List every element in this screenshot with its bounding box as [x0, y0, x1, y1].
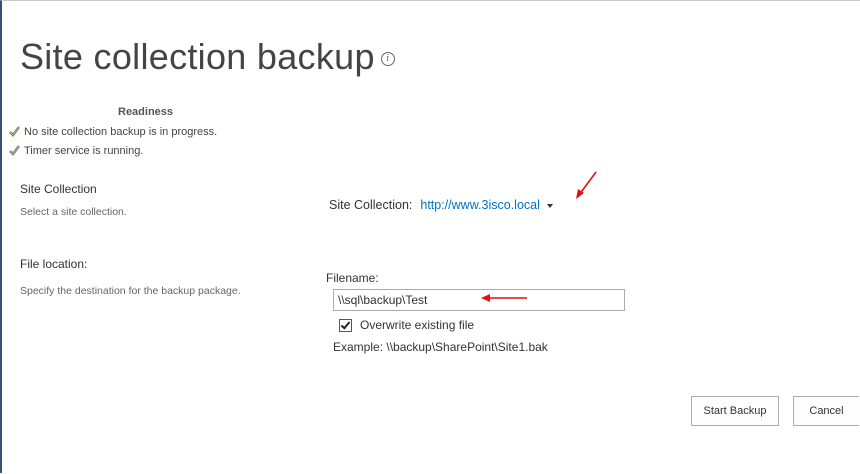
overwrite-checkbox-row[interactable]: Overwrite existing file — [339, 318, 474, 332]
readiness-item-text: No site collection backup is in progress… — [24, 125, 218, 138]
readiness-item: Timer service is running. — [8, 144, 143, 157]
cancel-button[interactable]: Cancel — [793, 396, 859, 426]
check-icon — [9, 145, 20, 156]
overwrite-label: Overwrite existing file — [360, 318, 475, 332]
site-collection-link[interactable]: http://www.3isco.local — [420, 198, 540, 212]
site-collection-section-label: Site Collection — [20, 182, 97, 196]
annotation-arrow-icon — [481, 294, 527, 302]
filename-label: Filename: — [326, 271, 379, 285]
page-title: Site collection backup i — [20, 36, 395, 78]
site-collection-field-label: Site Collection: — [329, 198, 413, 212]
info-icon[interactable]: i — [380, 52, 395, 67]
start-backup-button[interactable]: Start Backup — [691, 396, 779, 426]
chevron-down-icon[interactable] — [546, 204, 553, 208]
check-icon — [9, 126, 20, 137]
filename-example: Example: \\backup\SharePoint\Site1.bak — [333, 340, 548, 354]
page-title-text: Site collection backup — [20, 36, 375, 77]
file-location-section-desc: Specify the destination for the backup p… — [20, 285, 241, 297]
annotation-arrow-icon — [576, 171, 597, 199]
overwrite-checkbox[interactable] — [339, 318, 352, 332]
site-collection-selector: Site Collection: http://www.3isco.local — [329, 198, 553, 212]
site-collection-section-desc: Select a site collection. — [20, 206, 127, 218]
readiness-heading: Readiness — [118, 106, 174, 118]
readiness-item-text: Timer service is running. — [24, 144, 144, 157]
readiness-item: No site collection backup is in progress… — [8, 125, 217, 138]
file-location-section-label: File location: — [20, 257, 88, 271]
